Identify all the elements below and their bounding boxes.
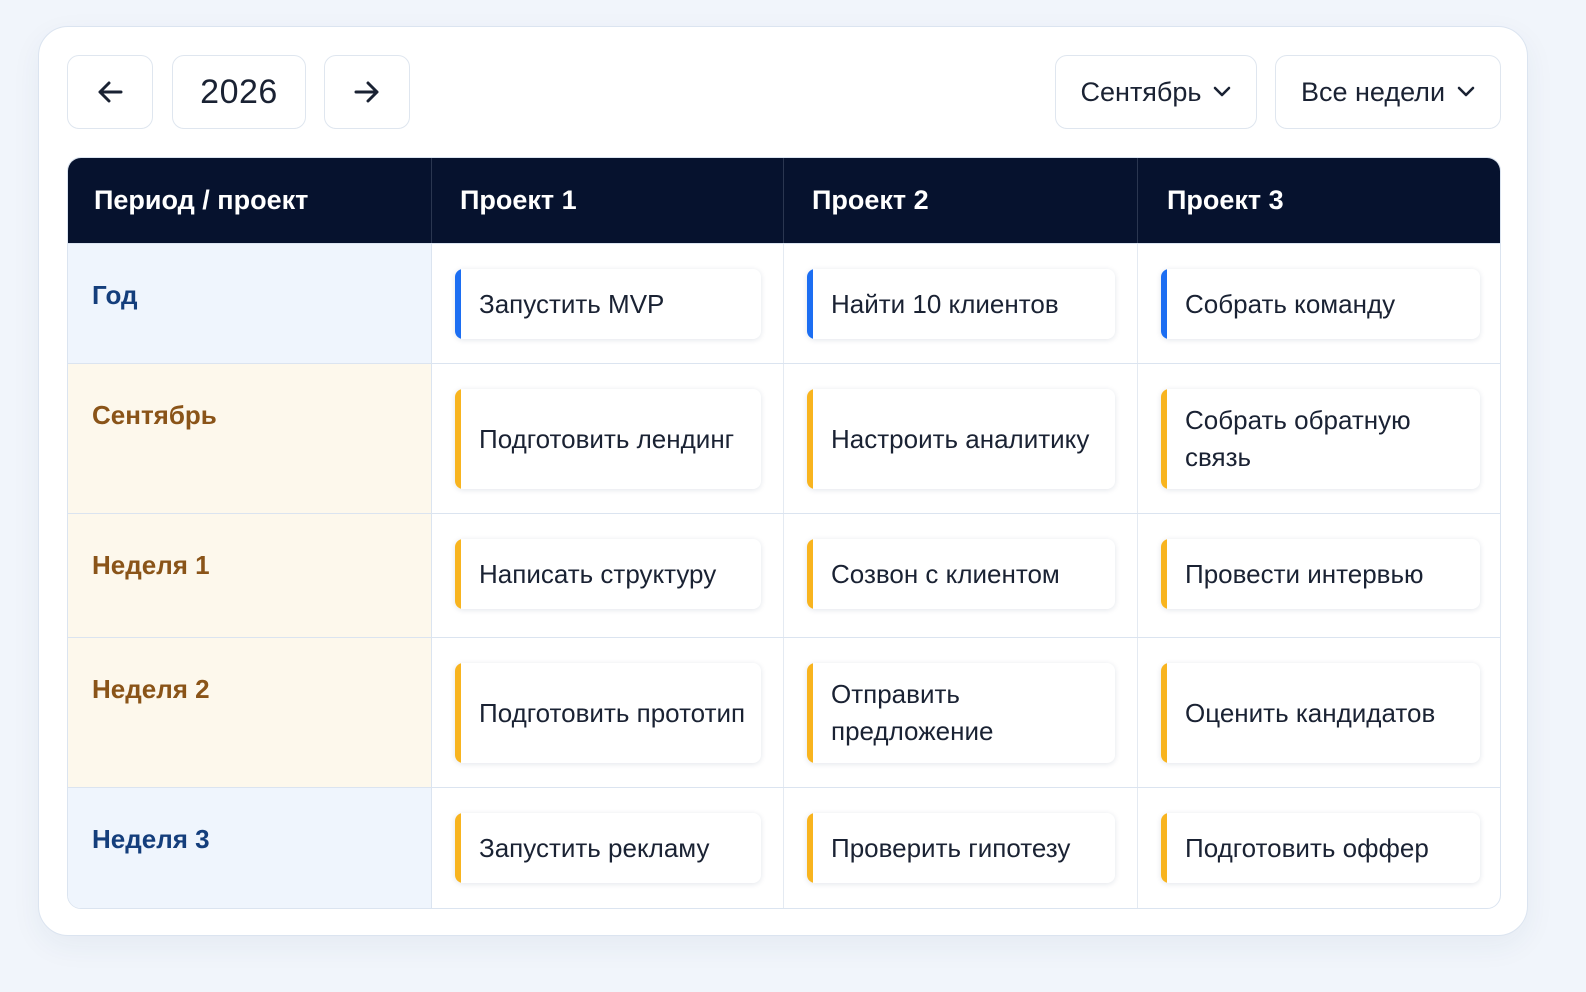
task-card[interactable]: Подготовить прототип [455,663,761,763]
task-card[interactable]: Созвон с клиентом [807,539,1115,609]
month-select-label: Сентябрь [1080,76,1202,107]
task-card[interactable]: Оценить кандидатов [1161,663,1480,763]
period-label: Неделя 3 [68,788,432,908]
task-card[interactable]: Отправить предложение [807,663,1115,763]
project-cell: Проверить гипотезу [784,788,1138,908]
previous-year-button[interactable] [67,55,153,129]
project-cell: Созвон с клиентом [784,514,1138,637]
table-row: Неделя 1 Написать структуру Созвон с клиен… [68,513,1500,637]
chevron-down-icon [1457,86,1475,97]
project-cell: Собрать команду [1138,244,1500,363]
table-row: Сентябрь Подготовить лендинг Настроить ана… [68,363,1500,513]
plan-table: Период / проект Проект 1 Проект 2 Проект… [67,157,1501,909]
period-label: Сентябрь [68,364,432,513]
task-card[interactable]: Запустить рекламу [455,813,761,883]
task-card[interactable]: Настроить аналитику [807,389,1115,489]
arrow-left-icon [98,81,123,103]
header-project-2: Проект 2 [784,158,1138,243]
project-cell: Запустить рекламу [432,788,784,908]
task-card[interactable]: Написать структуру [455,539,761,609]
table-row: Неделя 3 Запустить рекламу Проверить гипот… [68,787,1500,908]
project-cell: Найти 10 клиентов [784,244,1138,363]
month-select[interactable]: Сентябрь [1055,55,1257,129]
task-card[interactable]: Собрать команду [1161,269,1480,339]
header-project-3: Проект 3 [1167,185,1284,215]
period-label: Неделя 1 [68,514,432,637]
table-row: Год Запустить MVP Найти 10 клиентов Собрать… [68,243,1500,363]
project-cell: Оценить кандидатов [1138,638,1500,787]
project-cell: Подготовить лендинг [432,364,784,513]
project-cell: Запустить MVP [432,244,784,363]
task-card[interactable]: Подготовить лендинг [455,389,761,489]
project-cell: Провести интервью [1138,514,1500,637]
project-cell: Написать структуру [432,514,784,637]
task-card[interactable]: Запустить MVP [455,269,761,339]
header-project-1: Проект 1 [432,158,784,243]
next-year-button[interactable] [324,55,410,129]
header-period: Период / проект [68,158,432,243]
project-cell: Собрать обратную связь [1138,364,1500,513]
project-cell: Подготовить оффер [1138,788,1500,908]
weeks-select-label: Все недели [1300,76,1446,107]
table-row: Неделя 2 Подготовить прототип Отправить пр… [68,637,1500,787]
period-label: Год [68,244,432,363]
planner-card: 2026 Сентябрь Все недели Период / проект… [38,26,1528,936]
task-card[interactable]: Проверить гипотезу [807,813,1115,883]
project-cell: Подготовить прототип [432,638,784,787]
year-display: 2026 [172,55,306,129]
project-cell: Отправить предложение [784,638,1138,787]
project-cell: Настроить аналитику [784,364,1138,513]
task-card[interactable]: Найти 10 клиентов [807,269,1115,339]
chevron-down-icon [1214,86,1231,97]
task-card[interactable]: Собрать обратную связь [1161,389,1480,489]
weeks-select[interactable]: Все недели [1275,55,1501,129]
arrow-right-icon [354,81,379,103]
period-label: Неделя 2 [68,638,432,787]
task-card[interactable]: Подготовить оффер [1161,813,1480,883]
table-header: Период / проект Проект 1 Проект 2 Проект… [68,158,1500,243]
task-card[interactable]: Провести интервью [1161,539,1480,609]
